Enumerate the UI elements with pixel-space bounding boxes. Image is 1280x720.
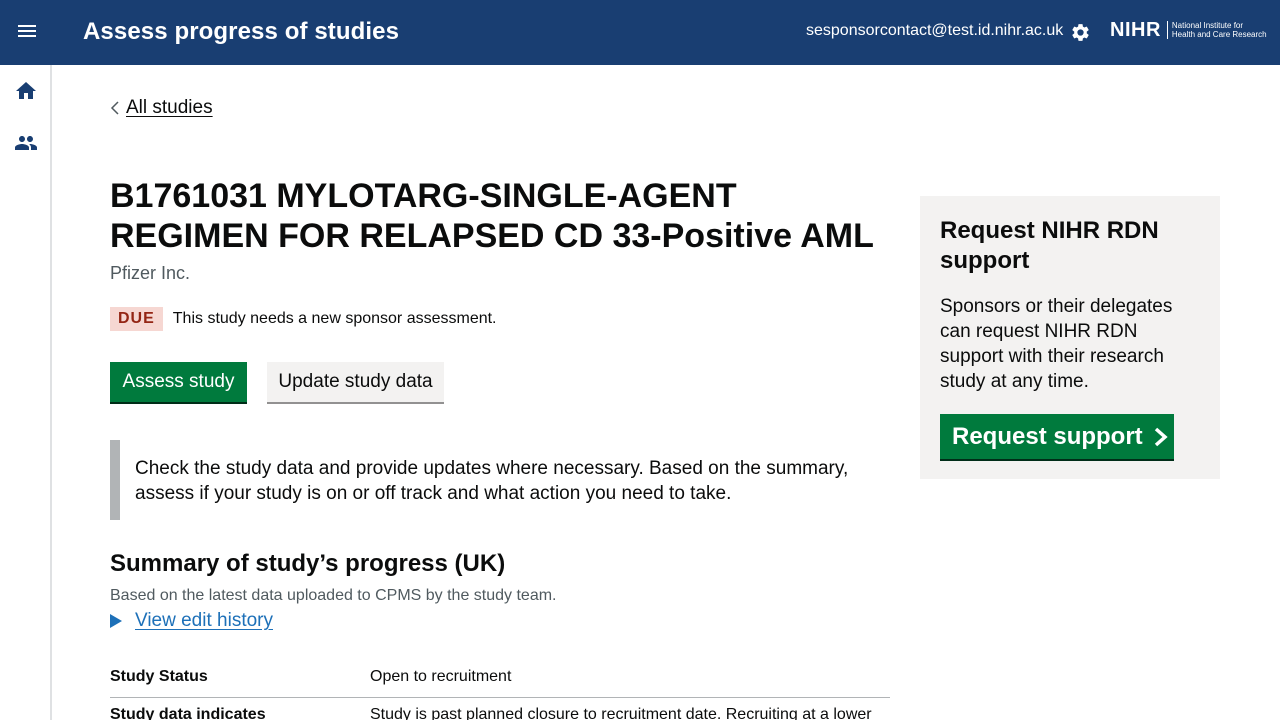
request-support-label: Request support — [952, 422, 1143, 450]
nihr-logo: NIHR National Institute for Health and C… — [1110, 19, 1267, 41]
summary-row: Study data indicates Study is past plann… — [110, 698, 890, 720]
chevron-left-icon — [110, 101, 119, 115]
update-study-data-button[interactable]: Update study data — [267, 362, 444, 402]
sponsor-name: Pfizer Inc. — [110, 263, 191, 283]
page-title: B1761031 MYLOTARG-SINGLE-AGENT REGIMEN F… — [110, 177, 874, 255]
support-panel: Request NIHR RDN support Sponsors or the… — [920, 196, 1220, 479]
summary-row: Study Status Open to recruitment — [110, 660, 890, 698]
breadcrumb: All studies — [110, 97, 213, 119]
expand-triangle-icon — [110, 614, 122, 628]
home-icon[interactable] — [14, 79, 38, 103]
side-navigation — [0, 65, 52, 720]
hamburger-menu-icon[interactable] — [15, 22, 39, 44]
summary-key: Study data indicates — [110, 706, 266, 720]
logo-mark: NIHR — [1110, 19, 1161, 41]
summary-value: Open to recruitment — [370, 668, 512, 685]
support-panel-title: Request NIHR RDN support — [940, 217, 1159, 274]
app-header: Assess progress of studies sesponsorcont… — [0, 0, 1280, 65]
assessment-status: DUE This study needs a new sponsor asses… — [110, 307, 497, 331]
all-studies-link[interactable]: All studies — [126, 97, 213, 119]
status-badge: DUE — [110, 307, 163, 331]
summary-key: Study Status — [110, 668, 208, 685]
logo-subtext: National Institute for Health and Care R… — [1166, 21, 1267, 39]
summary-subtitle: Based on the latest data uploaded to CPM… — [110, 587, 557, 604]
app-title: Assess progress of studies — [83, 18, 400, 45]
support-panel-text: Sponsors or their delegates can request … — [940, 296, 1173, 392]
user-email: sesponsorcontact@test.id.nihr.ac.uk — [806, 22, 1064, 39]
summary-heading: Summary of study’s progress (UK) — [110, 550, 506, 577]
people-icon[interactable] — [14, 131, 38, 155]
gear-icon[interactable] — [1070, 22, 1091, 43]
view-edit-history-link[interactable]: View edit history — [135, 610, 273, 632]
assess-study-button[interactable]: Assess study — [110, 362, 247, 402]
logo-subtext-line1: National Institute for — [1171, 21, 1244, 30]
status-message: This study needs a new sponsor assessmen… — [172, 310, 497, 327]
summary-value: Study is past planned closure to recruit… — [370, 706, 872, 720]
chevron-right-icon — [1154, 427, 1168, 446]
request-support-button[interactable]: Request support — [940, 414, 1174, 459]
summary-list: Study Status Open to recruitment Study d… — [110, 660, 890, 720]
edit-history-toggle[interactable]: View edit history — [110, 610, 273, 632]
logo-subtext-line2: Health and Care Research — [1171, 30, 1267, 39]
inset-text: Check the study data and provide updates… — [110, 440, 890, 520]
